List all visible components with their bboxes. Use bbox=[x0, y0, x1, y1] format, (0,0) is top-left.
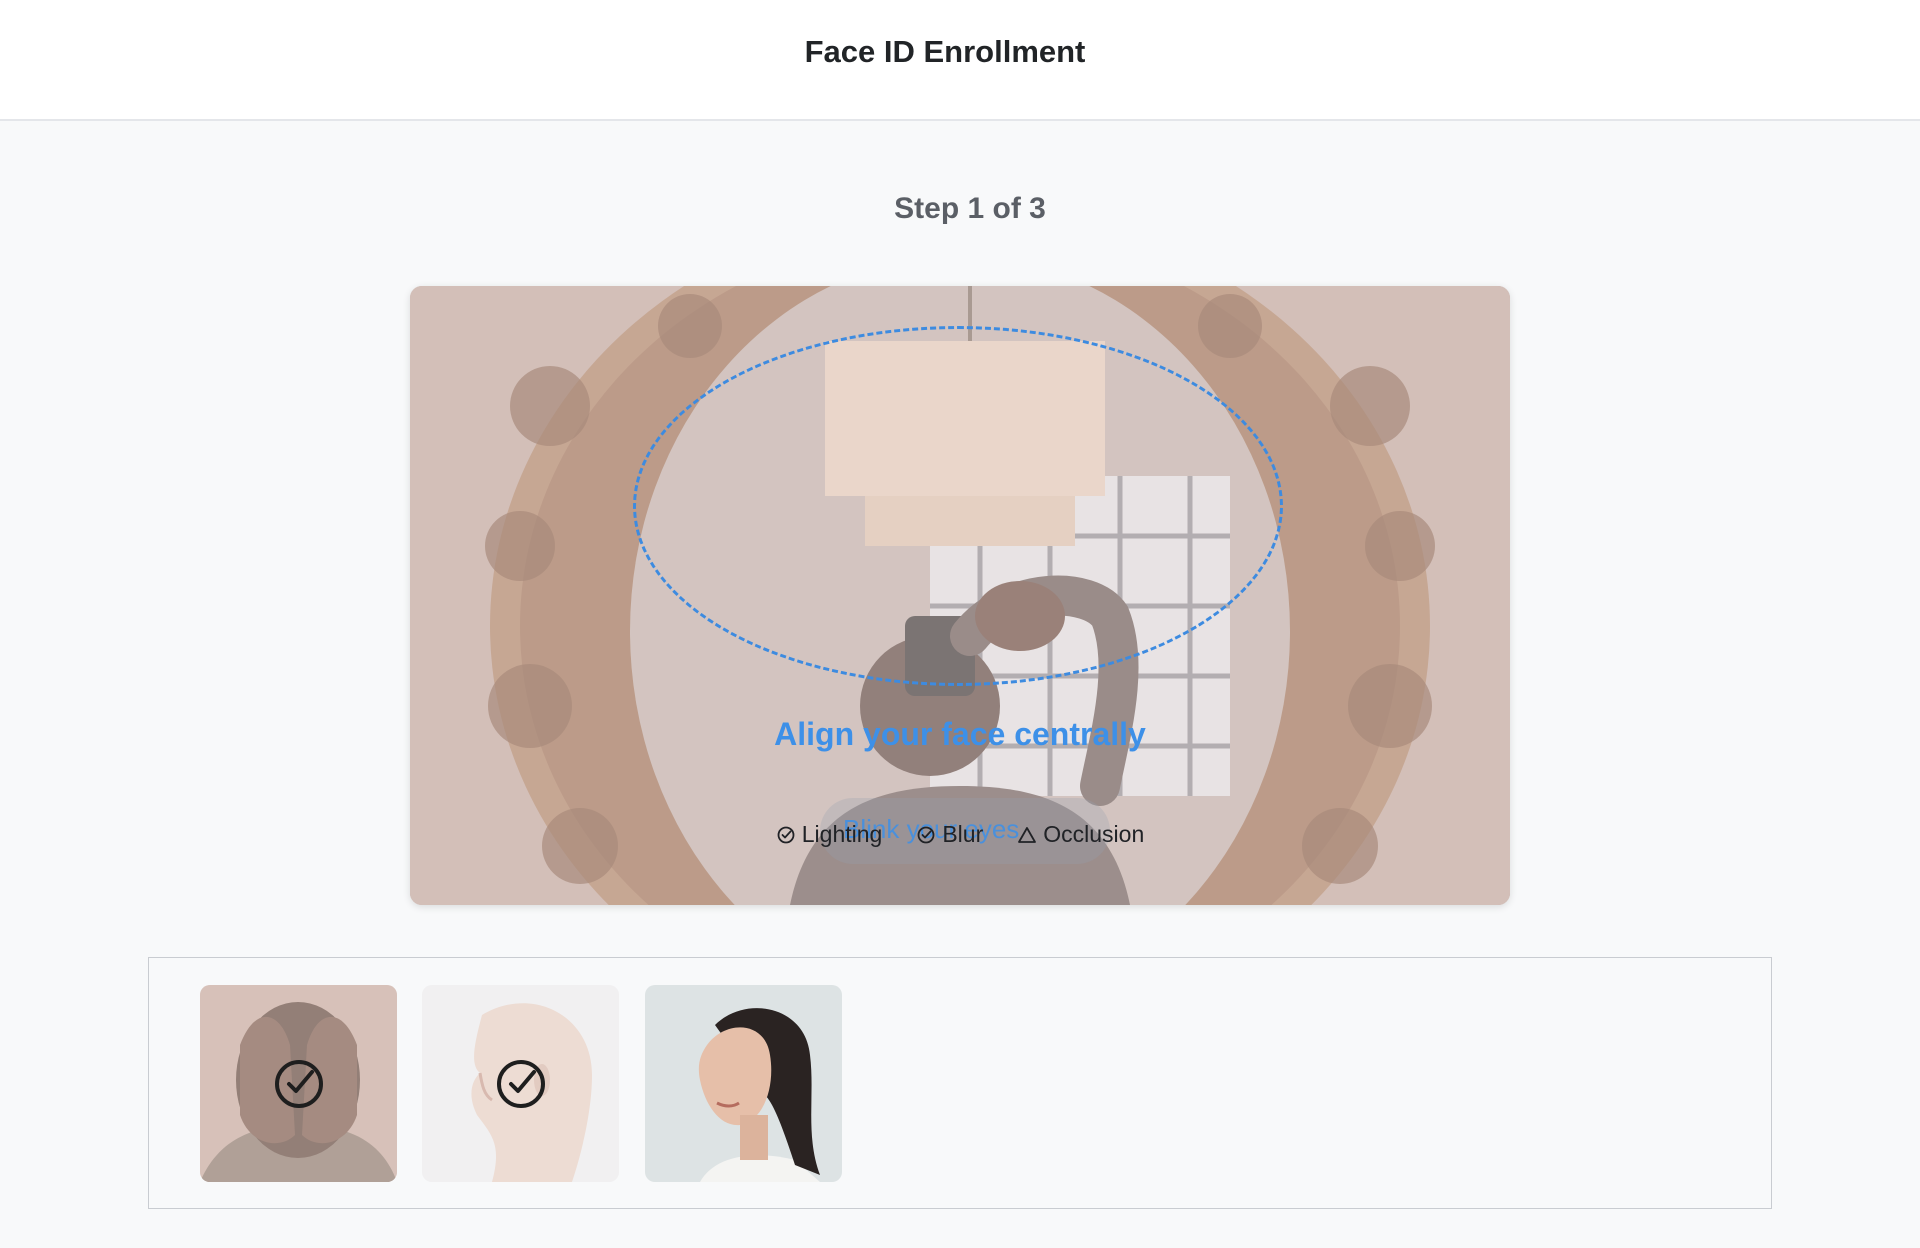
capture-image bbox=[645, 985, 842, 1182]
app-header: Face ID Enrollment bbox=[0, 0, 1920, 121]
check-blur-label: Blur bbox=[942, 821, 984, 847]
step-indicator: Step 1 of 3 bbox=[894, 192, 1046, 225]
check-lighting-label: Lighting bbox=[801, 821, 883, 847]
page-title: Face ID Enrollment bbox=[804, 34, 1086, 69]
quality-checks: Lighting Blur Occlusion bbox=[410, 821, 1510, 848]
check-blur: Blur bbox=[916, 821, 983, 848]
face-guide-oval bbox=[633, 326, 1283, 686]
check-circle-icon bbox=[917, 826, 935, 843]
warning-triangle-icon bbox=[1018, 826, 1037, 843]
check-lighting: Lighting bbox=[776, 821, 883, 848]
camera-preview: Align your face centrally Blink your eye… bbox=[410, 286, 1510, 905]
captured-poses-gallery bbox=[148, 957, 1772, 1209]
capture-thumbnail-3[interactable] bbox=[645, 985, 842, 1182]
capture-thumbnail-2[interactable] bbox=[422, 985, 619, 1182]
align-instruction: Align your face centrally bbox=[774, 716, 1146, 752]
check-occlusion: Occlusion bbox=[1017, 821, 1144, 848]
check-circle-icon bbox=[777, 826, 795, 843]
check-occlusion-label: Occlusion bbox=[1043, 821, 1145, 847]
check-circle-icon bbox=[275, 1060, 323, 1108]
capture-thumbnail-1[interactable] bbox=[200, 985, 397, 1182]
check-circle-icon bbox=[497, 1060, 545, 1108]
